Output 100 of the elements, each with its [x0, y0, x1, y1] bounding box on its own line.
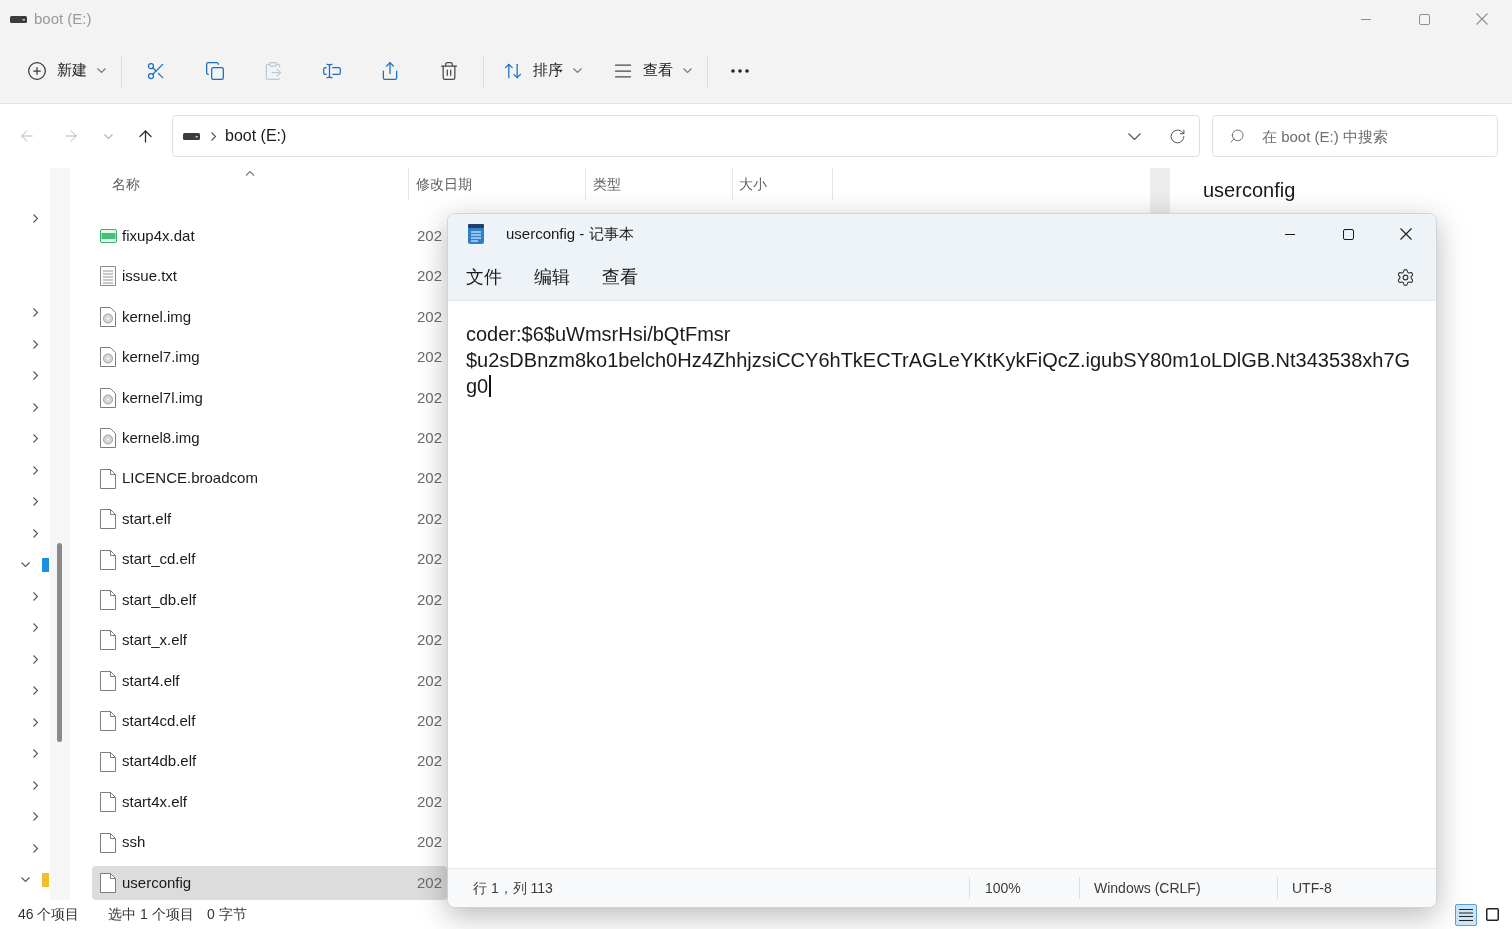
file-name: start4db.elf — [122, 751, 197, 772]
scrollbar-thumb[interactable] — [57, 543, 62, 742]
chevron-right-icon[interactable] — [33, 654, 38, 664]
close-icon — [1400, 228, 1412, 240]
date-cell-text: 202 — [417, 266, 443, 287]
menu-item[interactable]: 编辑 — [524, 258, 580, 296]
file-row[interactable]: start4.elf 202 — [92, 663, 447, 698]
chevron-down-icon — [682, 68, 692, 73]
sort-caret-icon — [245, 171, 255, 176]
disc-image-file-icon — [100, 347, 116, 368]
blank-file-icon — [100, 711, 116, 732]
file-name: start4.elf — [122, 670, 180, 691]
menu-item[interactable]: 查看 — [592, 258, 648, 296]
blank-file-icon — [100, 832, 116, 853]
file-name: kernel7.img — [122, 347, 200, 368]
notepad-icon — [468, 224, 484, 244]
chevron-down-icon[interactable] — [21, 562, 30, 567]
lines-icon — [1459, 908, 1473, 921]
search-field[interactable]: 在 boot (E:) 中搜索 — [1212, 115, 1498, 157]
chevron-right-icon[interactable] — [33, 812, 38, 821]
file-name: start_db.elf — [122, 589, 197, 610]
chevron-right-icon[interactable] — [33, 308, 38, 317]
blank-file-icon — [100, 792, 116, 813]
date-cell-text: 202 — [417, 387, 443, 408]
chevron-right-icon[interactable] — [33, 623, 38, 632]
breadcrumb-segment[interactable]: boot (E:) — [225, 124, 287, 148]
file-row[interactable]: kernel.img 202 — [92, 299, 447, 334]
column-header[interactable]: 修改日期 — [409, 168, 586, 200]
chevron-right-icon[interactable] — [33, 528, 38, 538]
file-row[interactable]: start4cd.elf 202 — [92, 704, 447, 739]
text-editor[interactable]: coder:$6$uWmsrHsi/bQtFmsr $u2sDBnzm8ko1belch0Hz4ZhhjzsiCCY6hTkECTrAGLeYKtKykFiQcZ.igubSY80m1oLDlGB.Nt343538xh7G g0 — [448, 301, 1436, 868]
view-button[interactable]: 查看 — [603, 50, 697, 91]
chevron-right-icon[interactable] — [33, 591, 38, 601]
file-name: fixup4x.dat — [122, 225, 195, 246]
file-name: start_x.elf — [122, 630, 188, 651]
chevron-down-icon — [572, 68, 582, 73]
file-row[interactable]: kernel7.img 202 — [92, 340, 447, 375]
file-name: kernel.img — [122, 306, 192, 327]
preview-title: userconfig — [1203, 179, 1296, 201]
chevron-right-icon[interactable] — [33, 402, 38, 412]
new-button[interactable]: 新建 — [18, 50, 111, 91]
chevron-right-icon[interactable] — [33, 749, 38, 758]
chevron-right-icon[interactable] — [33, 717, 38, 727]
selection-size: 0 字节 — [207, 905, 247, 924]
chevron-right-icon[interactable] — [33, 371, 38, 380]
minimize-icon — [1285, 233, 1295, 235]
file-row[interactable]: kernel7l.img 202 — [92, 380, 447, 415]
column-header[interactable]: 类型 — [586, 168, 733, 200]
file-row[interactable]: fixup4x.dat 202 — [92, 219, 447, 253]
item-count: 46 个项目 — [18, 905, 81, 924]
close-icon — [1476, 13, 1488, 25]
window-title: userconfig - 记事本 — [506, 223, 634, 244]
file-name: kernel8.img — [122, 427, 200, 448]
window-title: boot (E:) — [34, 8, 92, 29]
column-header[interactable]: 大小 — [733, 168, 833, 200]
chevron-right-icon[interactable] — [33, 339, 38, 349]
file-row[interactable]: kernel8.img 202 — [92, 421, 447, 456]
date-cell-text: 202 — [417, 508, 443, 529]
chevron-right-icon[interactable] — [33, 686, 38, 695]
file-row[interactable]: issue.txt 202 — [92, 259, 447, 294]
data-file-icon — [100, 229, 117, 243]
sort-button[interactable]: 排序 — [493, 50, 587, 91]
date-cell-text: 202 — [417, 427, 443, 448]
chevron-right-icon[interactable] — [33, 843, 38, 853]
file-row[interactable]: start_cd.elf 202 — [92, 542, 447, 577]
file-row[interactable]: start4db.elf 202 — [92, 744, 447, 779]
file-row[interactable]: ssh 202 — [92, 825, 447, 860]
file-name: LICENCE.broadcom — [122, 468, 258, 489]
zoom-level: 100% — [985, 879, 1021, 896]
date-cell-text: 202 — [417, 711, 443, 731]
chevron-right-icon[interactable] — [33, 780, 38, 790]
chevron-right-icon[interactable] — [33, 434, 38, 443]
maximize-icon — [1342, 228, 1354, 240]
date-cell-text: 202 — [417, 630, 443, 651]
file-row[interactable]: userconfig 202 — [92, 866, 447, 900]
file-name: ssh — [122, 832, 146, 853]
file-name: start_cd.elf — [122, 549, 196, 570]
chevron-right-icon[interactable] — [33, 497, 38, 506]
file-row[interactable]: LICENCE.broadcom 202 — [92, 461, 447, 496]
blank-file-icon — [100, 670, 116, 691]
maximize-icon — [1418, 13, 1430, 25]
file-row[interactable]: start_x.elf 202 — [92, 623, 447, 658]
date-cell-text: 202 — [417, 549, 443, 570]
settings-icon — [1395, 267, 1415, 287]
file-row[interactable]: start_db.elf 202 — [92, 582, 447, 617]
chevron-right-icon[interactable] — [33, 465, 38, 475]
disc-image-file-icon — [100, 428, 116, 449]
blank-file-icon — [100, 509, 116, 530]
file-row[interactable]: start.elf 202 — [92, 502, 447, 537]
address-bar[interactable]: boot (E:) — [172, 115, 1200, 157]
details-view-button[interactable] — [1455, 903, 1477, 926]
text-line: $u2sDBnzm8ko1belch0Hz4ZhhjzsiCCY6hTkECTrAGLeYKtKykFiQcZ.igubSY80m1oLDlGB.Nt343538xh7G — [466, 348, 1411, 373]
chevron-down-icon — [1127, 132, 1141, 140]
chevron-down-icon[interactable] — [21, 877, 30, 882]
date-cell-text: 202 — [417, 589, 443, 610]
column-header[interactable]: 名称 — [92, 168, 409, 200]
file-row[interactable]: start4x.elf 202 — [92, 785, 447, 820]
chevron-right-icon[interactable] — [33, 213, 38, 223]
menu-item[interactable]: 文件 — [456, 258, 512, 296]
file-name: issue.txt — [122, 266, 178, 287]
